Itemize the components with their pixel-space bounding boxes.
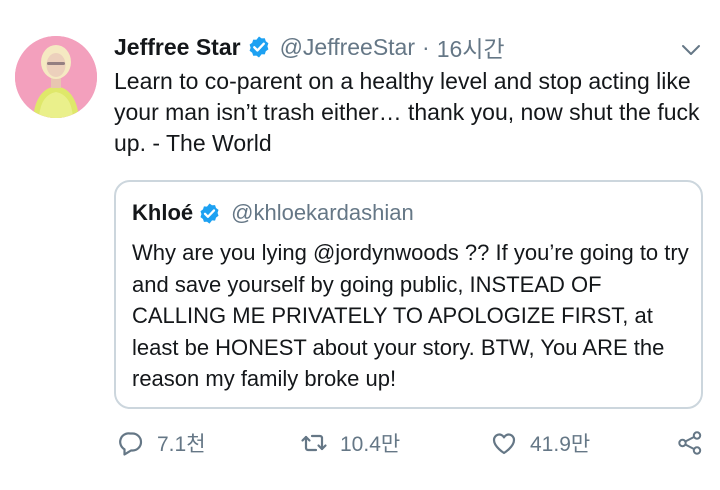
chevron-down-icon[interactable] [679, 38, 703, 62]
retweet-count: 10.4만 [340, 433, 401, 456]
like-button[interactable]: 41.9만 [490, 420, 590, 466]
reply-icon [119, 432, 143, 456]
display-name[interactable]: Jeffree Star [114, 34, 241, 61]
avatar[interactable] [15, 36, 97, 118]
quoted-tweet-text: Why are you lying @jordynwoods ?? If you… [132, 240, 689, 391]
separator-dot: · [422, 33, 430, 60]
profile-photo-icon [15, 36, 97, 118]
quoted-tweet-header: Khloé @khloekardashian [132, 196, 414, 230]
retweet-button[interactable]: 10.4만 [300, 420, 400, 466]
quoted-tweet[interactable]: Khloé @khloekardashian Why are you lying… [114, 180, 703, 409]
like-count: 41.9만 [530, 433, 591, 456]
retweet-icon [301, 434, 327, 452]
reply-button[interactable]: 7.1천 [117, 420, 206, 466]
tweet[interactable]: Jeffree Star @JeffreeStar · 16시간 Learn t… [0, 0, 720, 490]
action-bar: 7.1천 10.4만 41.9만 [0, 420, 720, 466]
share-button[interactable] [676, 420, 704, 466]
heart-icon [492, 433, 516, 455]
reply-count: 7.1천 [157, 433, 206, 456]
verified-badge-icon [198, 202, 221, 225]
quoted-handle: @khloekardashian [231, 200, 414, 225]
quoted-display-name: Khloé [132, 200, 194, 225]
tweet-header: Jeffree Star @JeffreeStar · 16시간 [114, 30, 505, 64]
verified-badge-icon [247, 35, 271, 59]
tweet-text: Learn to co-parent on a healthy level an… [114, 68, 700, 156]
handle[interactable]: @JeffreeStar [280, 34, 415, 61]
share-icon [678, 431, 702, 455]
timestamp[interactable]: 16시간 [437, 30, 505, 64]
